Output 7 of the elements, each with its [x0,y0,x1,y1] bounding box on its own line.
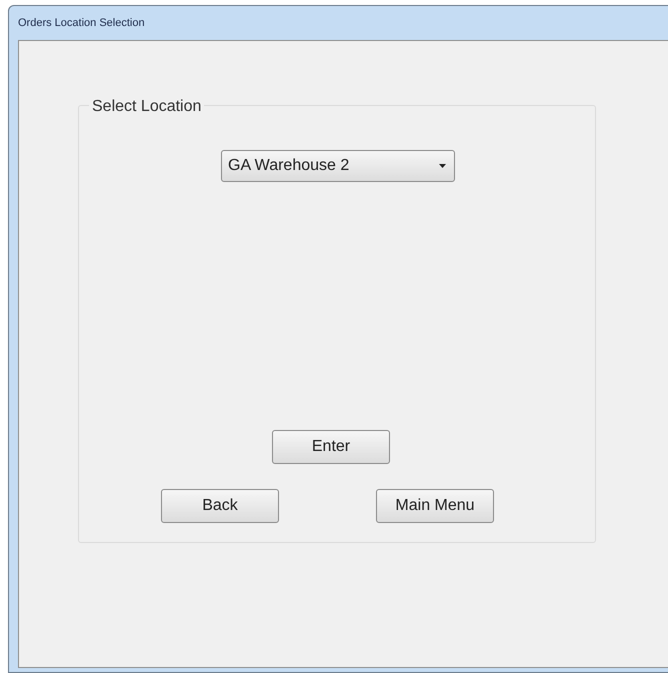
main-menu-button[interactable]: Main Menu [376,489,494,523]
location-dropdown[interactable]: GA Warehouse 2 [221,150,455,182]
back-button[interactable]: Back [161,489,279,523]
enter-button[interactable]: Enter [272,430,390,464]
caret-icon [439,164,446,168]
dropdown-value: GA Warehouse 2 [228,156,350,176]
window-title: Orders Location Selection [18,16,145,31]
